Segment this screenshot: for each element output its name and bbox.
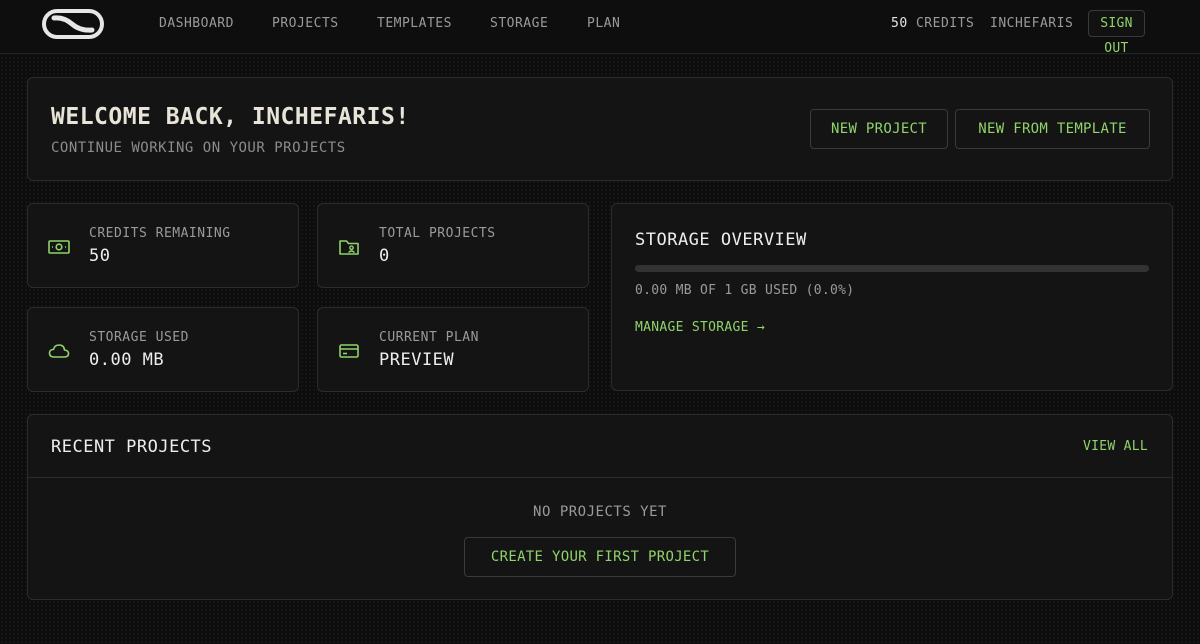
divider [28, 477, 1172, 478]
logo-icon[interactable] [42, 9, 104, 39]
cloud-icon [48, 344, 70, 358]
sign-out-button[interactable]: SIGN OUT [1088, 10, 1145, 56]
stat-value: 0.00 MB [89, 350, 165, 370]
stat-card-credits: CREDITS REMAINING 50 [27, 203, 299, 288]
welcome-title: WELCOME BACK, INCHEFARIS! [51, 104, 410, 130]
stat-card-storage: STORAGE USED 0.00 MB [27, 307, 299, 392]
credits-counter: 50 CREDITS [891, 16, 974, 31]
nav-plan[interactable]: PLAN [587, 16, 620, 31]
nav-dashboard[interactable]: DASHBOARD [159, 16, 234, 31]
nav-projects[interactable]: PROJECTS [272, 16, 339, 31]
stat-value: 50 [89, 246, 111, 266]
storage-overview-panel: STORAGE OVERVIEW 0.00 MB OF 1 GB USED (0… [611, 203, 1173, 391]
credit-card-icon [339, 344, 359, 358]
new-project-button[interactable]: NEW PROJECT [810, 109, 948, 149]
recent-projects-panel: RECENT PROJECTS VIEW ALL NO PROJECTS YET… [27, 414, 1173, 600]
stat-label: CURRENT PLAN [379, 330, 479, 345]
money-icon [48, 240, 70, 254]
stat-label: STORAGE USED [89, 330, 189, 345]
folder-user-icon [339, 240, 359, 255]
stat-value: 0 [379, 246, 390, 266]
welcome-panel: WELCOME BACK, INCHEFARIS! CONTINUE WORKI… [27, 77, 1173, 181]
nav-templates[interactable]: TEMPLATES [377, 16, 452, 31]
stat-value: PREVIEW [379, 350, 455, 370]
stat-label: TOTAL PROJECTS [379, 226, 496, 241]
top-navigation-bar: DASHBOARD PROJECTS TEMPLATES STORAGE PLA… [0, 0, 1200, 56]
stat-card-projects: TOTAL PROJECTS 0 [317, 203, 589, 288]
credits-counter-label: CREDITS [915, 16, 975, 31]
recent-projects-title: RECENT PROJECTS [51, 437, 213, 457]
new-from-template-button[interactable]: NEW FROM TEMPLATE [955, 109, 1150, 149]
view-all-link[interactable]: VIEW ALL [1083, 439, 1148, 454]
stat-card-plan: CURRENT PLAN PREVIEW [317, 307, 589, 392]
username[interactable]: INCHEFARIS [990, 16, 1073, 31]
nav-storage[interactable]: STORAGE [490, 16, 548, 31]
storage-title: STORAGE OVERVIEW [635, 230, 807, 250]
credits-counter-value: 50 [891, 16, 908, 31]
manage-storage-link[interactable]: MANAGE STORAGE → [635, 320, 765, 335]
create-first-project-button[interactable]: CREATE YOUR FIRST PROJECT [464, 537, 736, 577]
stat-label: CREDITS REMAINING [89, 226, 231, 241]
welcome-subtitle: CONTINUE WORKING ON YOUR PROJECTS [51, 140, 346, 156]
storage-progress-bar [635, 265, 1149, 272]
storage-usage-text: 0.00 MB OF 1 GB USED (0.0%) [635, 283, 855, 298]
empty-state-text: NO PROJECTS YET [533, 504, 667, 520]
